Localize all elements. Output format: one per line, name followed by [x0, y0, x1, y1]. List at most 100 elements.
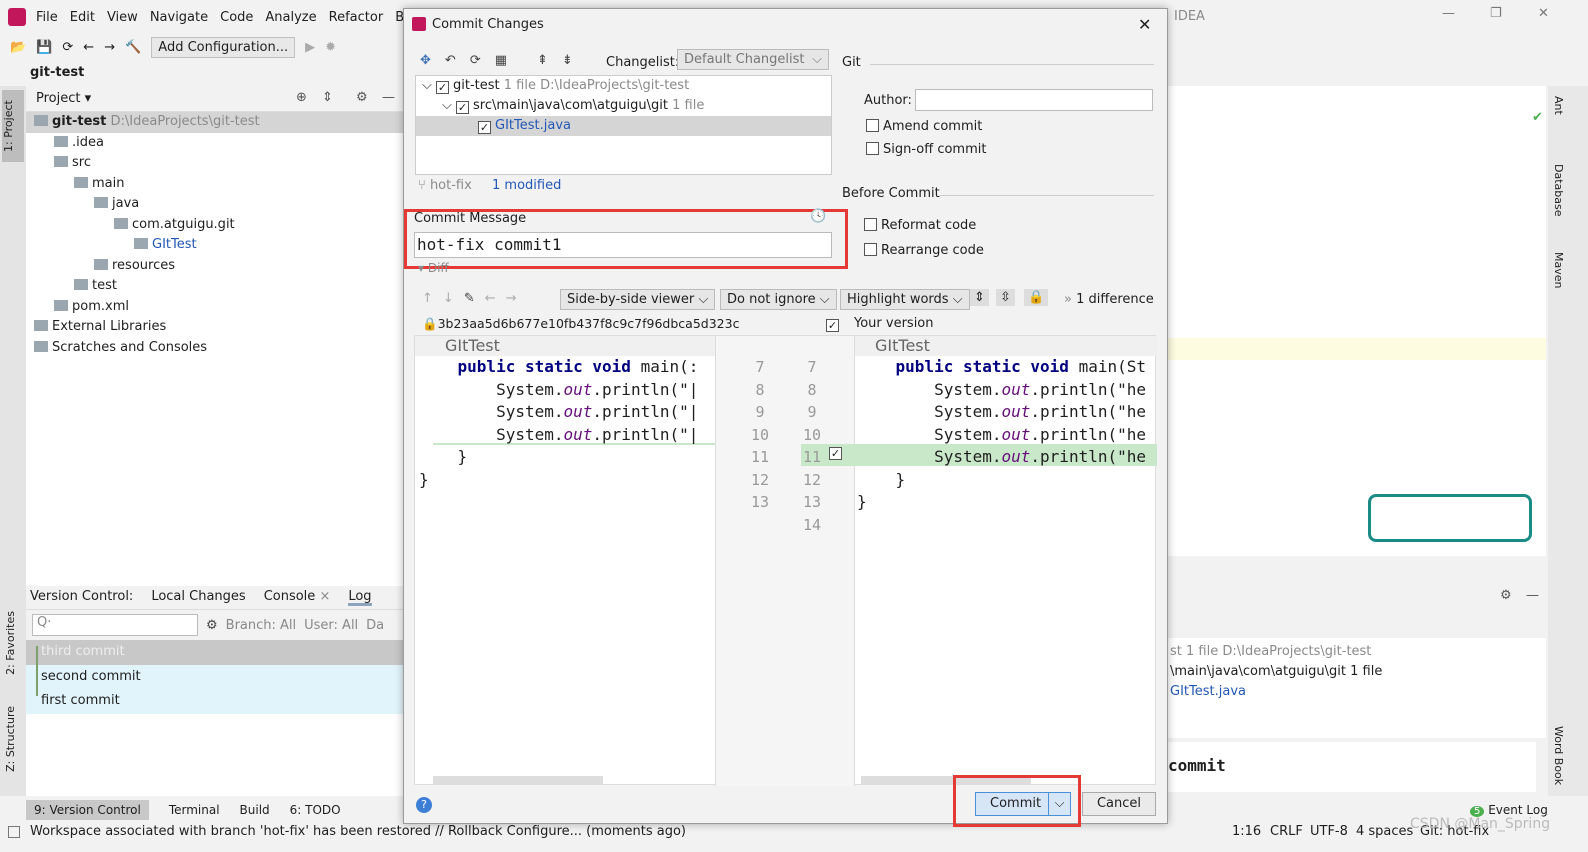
- database-tool-tab[interactable]: Database: [1552, 164, 1565, 217]
- close-window-button[interactable]: ✕: [1538, 6, 1549, 21]
- move-icon[interactable]: ✥: [420, 53, 431, 68]
- locate-icon[interactable]: ⊕: [296, 90, 307, 105]
- debug-icon[interactable]: ✹: [325, 40, 336, 55]
- back-icon[interactable]: ←: [83, 40, 94, 55]
- ignore-select[interactable]: Do not ignore ⌵: [720, 289, 837, 310]
- close-dialog-button[interactable]: ✕: [1138, 15, 1151, 34]
- tab-console[interactable]: Console ×: [264, 589, 331, 606]
- collapse-all-icon[interactable]: ⇕: [322, 90, 333, 105]
- rollback-icon[interactable]: ↶: [445, 53, 456, 68]
- file-tree-root[interactable]: ⌵ ✓ git-test 1 file D:\IdeaProjects\git-t…: [416, 76, 831, 96]
- log-settings-icon[interactable]: ⚙: [206, 618, 218, 633]
- changelist-select[interactable]: Default Changelist ⌵: [677, 49, 829, 70]
- prev-file-icon[interactable]: ←: [485, 291, 496, 306]
- diff-section-toggle[interactable]: ▾ Diff: [418, 261, 449, 275]
- maven-tool-tab[interactable]: Maven: [1552, 252, 1565, 288]
- project-tree-item[interactable]: src: [26, 153, 403, 174]
- project-tree-item[interactable]: com.atguigu.git: [26, 215, 403, 236]
- settings-gear-icon[interactable]: ⚙: [356, 90, 368, 105]
- commit-message-input[interactable]: hot-fix commit1: [414, 232, 832, 258]
- project-tree-item[interactable]: .idea: [26, 133, 403, 154]
- indent[interactable]: 4 spaces: [1356, 822, 1413, 842]
- favorites-tool-tab[interactable]: 2: Favorites: [4, 611, 17, 675]
- reformat-code-checkbox[interactable]: Reformat code: [864, 218, 976, 233]
- viewer-select[interactable]: Side-by-side viewer ⌵: [560, 289, 716, 310]
- modified-count[interactable]: 1 modified: [492, 178, 561, 193]
- branch-filter[interactable]: Branch: All: [226, 618, 296, 633]
- next-file-icon[interactable]: →: [506, 291, 517, 306]
- commit-row[interactable]: second commit: [26, 664, 403, 689]
- project-tree-item[interactable]: main: [26, 174, 403, 195]
- include-change-checkbox[interactable]: ✓: [829, 447, 842, 460]
- hide-panel-icon[interactable]: —: [382, 90, 395, 105]
- menu-view[interactable]: View: [107, 10, 138, 25]
- tab-local-changes[interactable]: Local Changes: [151, 589, 245, 606]
- line-separator[interactable]: CRLF: [1270, 822, 1303, 842]
- menu-refactor[interactable]: Refactor: [329, 10, 384, 25]
- changed-folder[interactable]: \main\java\com\atguigu\git 1 file: [1170, 662, 1544, 682]
- restore-button[interactable]: ❐: [1490, 6, 1502, 21]
- sync-scroll-icon[interactable]: ⇳: [996, 289, 1015, 306]
- project-tree-item[interactable]: test: [26, 276, 403, 297]
- menu-analyze[interactable]: Analyze: [265, 10, 316, 25]
- rearrange-code-checkbox[interactable]: Rearrange code: [864, 243, 984, 258]
- sync-icon[interactable]: ⟳: [62, 40, 73, 55]
- expand-all-icon[interactable]: ⇞: [537, 53, 548, 68]
- project-tree-item[interactable]: java: [26, 194, 403, 215]
- tab-version-control[interactable]: 9: Version Control: [26, 800, 149, 820]
- author-input[interactable]: [915, 89, 1153, 111]
- history-clock-icon[interactable]: 🕓: [810, 209, 826, 224]
- wordbook-tool-tab[interactable]: Word Book: [1552, 726, 1565, 785]
- breadcrumb[interactable]: git-test: [30, 65, 84, 80]
- menu-navigate[interactable]: Navigate: [150, 10, 208, 25]
- changed-file[interactable]: GItTest.java: [1170, 682, 1544, 702]
- add-configuration-button[interactable]: Add Configuration...: [151, 36, 296, 58]
- cursor-position[interactable]: 1:16: [1232, 822, 1261, 842]
- changed-root[interactable]: st 1 file D:\IdeaProjects\git-test: [1170, 642, 1544, 662]
- right-code-pane[interactable]: public static void main(St System.out.pr…: [857, 356, 1155, 514]
- hide-panel-icon[interactable]: —: [1526, 588, 1539, 603]
- project-view-selector[interactable]: Project: [36, 91, 80, 106]
- settings-gear-icon[interactable]: ⚙: [1500, 588, 1512, 603]
- highlight-select[interactable]: Highlight words ⌵: [840, 289, 970, 310]
- group-icon[interactable]: ▦: [495, 53, 507, 68]
- left-scrollbar[interactable]: [433, 776, 603, 784]
- file-tree-folder[interactable]: ⌵ ✓ src\main\java\com\atguigu\git 1 file: [416, 96, 831, 116]
- commit-button[interactable]: Commit ⌵: [975, 792, 1071, 816]
- project-tree-item[interactable]: Scratches and Consoles: [26, 338, 403, 359]
- file-tree-file[interactable]: ✓ GItTest.java: [416, 116, 831, 136]
- edit-icon[interactable]: ✎: [464, 291, 475, 306]
- run-icon[interactable]: ▶: [305, 40, 315, 55]
- prev-diff-icon[interactable]: ↑: [422, 291, 433, 306]
- project-tree-item[interactable]: GItTest: [26, 235, 403, 256]
- menu-edit[interactable]: Edit: [70, 10, 95, 25]
- lock-icon[interactable]: 🔒: [1024, 289, 1049, 306]
- collapse-unchanged-icon[interactable]: ⇕: [970, 289, 989, 306]
- tab-todo[interactable]: 6: TODO: [290, 800, 341, 820]
- save-icon[interactable]: 💾: [36, 40, 52, 55]
- tab-terminal[interactable]: Terminal: [169, 800, 220, 820]
- menu-file[interactable]: File: [36, 10, 58, 25]
- help-icon[interactable]: ?: [416, 797, 432, 813]
- user-filter[interactable]: User: All: [304, 618, 358, 633]
- cancel-button[interactable]: Cancel: [1082, 792, 1156, 816]
- next-diff-icon[interactable]: ↓: [443, 291, 454, 306]
- structure-tool-tab[interactable]: Z: Structure: [4, 706, 17, 772]
- left-code-pane[interactable]: public static void main(: System.out.pri…: [419, 356, 715, 491]
- commit-row[interactable]: third commit: [26, 640, 403, 665]
- minimize-button[interactable]: —: [1442, 6, 1455, 21]
- amend-commit-checkbox[interactable]: Amend commit: [866, 119, 982, 134]
- include-checkbox[interactable]: ✓: [826, 316, 843, 332]
- refresh-icon[interactable]: ⟳: [470, 53, 481, 68]
- date-filter[interactable]: Da: [366, 618, 384, 633]
- status-message[interactable]: Workspace associated with branch 'hot-fi…: [30, 822, 686, 842]
- menu-code[interactable]: Code: [220, 10, 253, 25]
- project-tree-item[interactable]: resources: [26, 256, 403, 277]
- ant-tool-tab[interactable]: Ant: [1552, 96, 1565, 115]
- collapse-all-icon[interactable]: ⇟: [562, 53, 573, 68]
- commit-row[interactable]: first commit: [26, 689, 403, 714]
- tab-build[interactable]: Build: [240, 800, 270, 820]
- encoding[interactable]: UTF-8: [1310, 822, 1348, 842]
- build-hammer-icon[interactable]: 🔨: [125, 40, 141, 55]
- project-tree-item[interactable]: pom.xml: [26, 297, 403, 318]
